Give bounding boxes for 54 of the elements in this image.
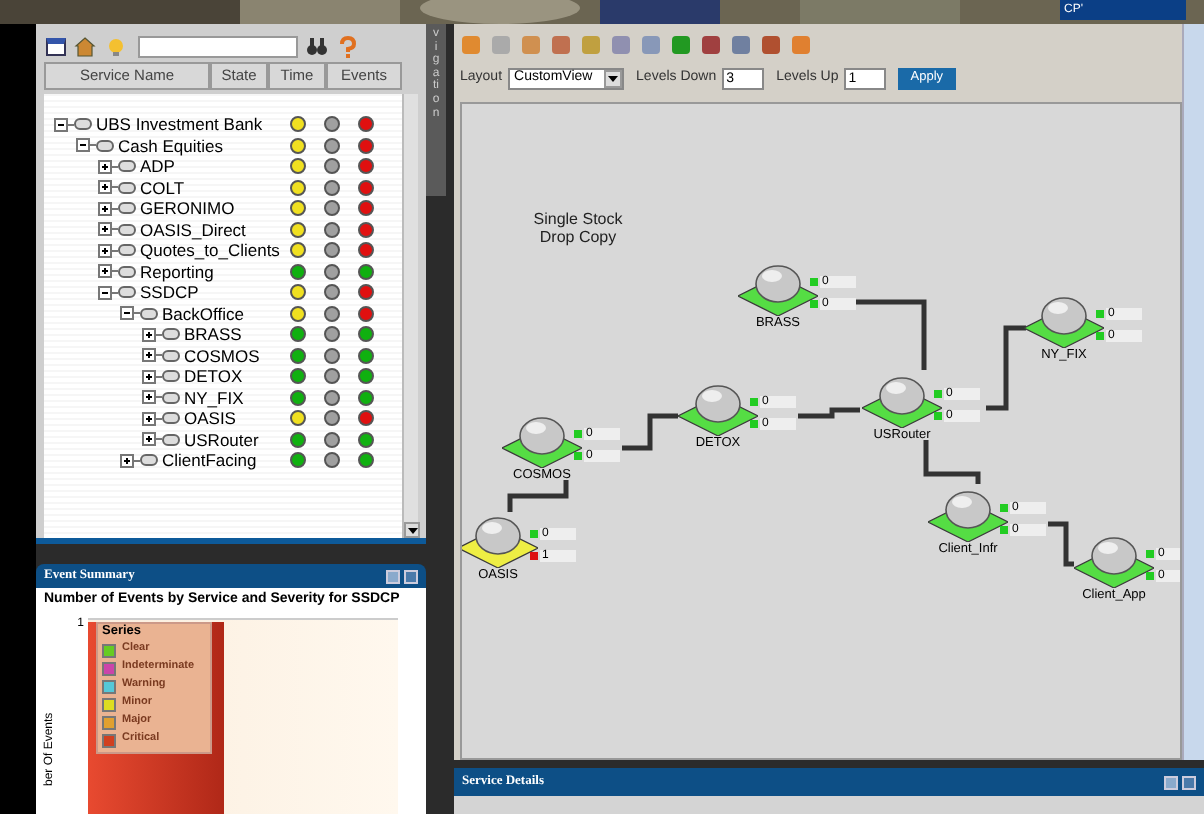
service-name[interactable]: NY_FIX	[184, 389, 244, 406]
home-icon[interactable]	[74, 35, 96, 57]
collapse-toggle[interactable]	[76, 138, 90, 153]
connector-line	[923, 440, 981, 484]
service-name[interactable]: ADP	[140, 158, 175, 175]
service-name[interactable]: OASIS_Direct	[140, 221, 246, 238]
service-name[interactable]: Quotes_to_Clients	[140, 242, 280, 259]
maximize-icon[interactable]	[1182, 775, 1196, 789]
service-name[interactable]: BackOffice	[162, 305, 244, 322]
service-name[interactable]: ClientFacing	[162, 452, 257, 469]
service-name[interactable]: UBS Investment Bank	[96, 116, 263, 133]
dropdown-arrow-icon[interactable]	[604, 70, 623, 88]
expand-toggle[interactable]	[98, 180, 112, 195]
connector-line	[507, 480, 569, 512]
connector-line	[854, 299, 927, 370]
expand-toggle[interactable]	[98, 159, 112, 174]
expand-toggle[interactable]	[120, 453, 134, 468]
collapse-toggle[interactable]	[98, 285, 112, 300]
service-name[interactable]: DETOX	[184, 368, 243, 385]
service-name[interactable]: OASIS	[184, 410, 236, 427]
service-name[interactable]: USRouter	[184, 431, 259, 448]
collapse-toggle[interactable]	[120, 306, 134, 321]
service-name[interactable]: GERONIMO	[140, 200, 235, 217]
expand-toggle[interactable]	[142, 327, 156, 342]
canvas-caption: Single Stock Drop Copy	[531, 210, 625, 247]
service-name[interactable]: BRASS	[184, 326, 242, 343]
service-name[interactable]: COSMOS	[184, 347, 260, 364]
expand-toggle[interactable]	[142, 348, 156, 363]
collapse-toggle[interactable]	[54, 117, 68, 132]
search-field[interactable]	[138, 35, 298, 57]
expand-toggle[interactable]	[98, 243, 112, 258]
expand-toggle[interactable]	[142, 390, 156, 405]
binoculars-icon[interactable]	[306, 35, 328, 57]
expand-toggle[interactable]	[98, 201, 112, 216]
expand-toggle[interactable]	[98, 222, 112, 237]
service-name[interactable]: SSDCP	[140, 284, 199, 301]
connector-line	[798, 407, 860, 419]
expand-toggle[interactable]	[142, 432, 156, 447]
service-name[interactable]: Reporting	[140, 263, 214, 280]
maximize-icon[interactable]	[404, 569, 418, 583]
expand-toggle[interactable]	[98, 264, 112, 279]
connector-line	[622, 413, 678, 451]
scroll-down-icon[interactable]	[404, 522, 420, 538]
expand-toggle[interactable]	[142, 369, 156, 384]
service-name[interactable]: Cash Equities	[118, 137, 223, 154]
connector-line	[1048, 521, 1074, 567]
service-name[interactable]: COLT	[140, 179, 185, 196]
minimize-icon[interactable]	[386, 569, 400, 583]
window-icon[interactable]	[44, 35, 66, 57]
expand-toggle[interactable]	[142, 411, 156, 426]
scrollbar[interactable]	[402, 94, 418, 538]
scrollbar[interactable]	[1182, 24, 1204, 760]
minimize-icon[interactable]	[1164, 775, 1178, 789]
connector-line	[986, 325, 1026, 411]
